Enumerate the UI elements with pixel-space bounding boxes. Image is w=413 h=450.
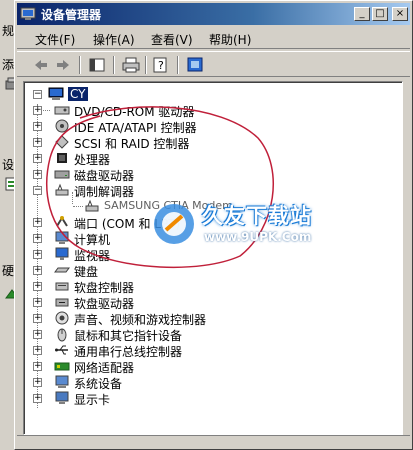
sound-icon: [55, 311, 69, 325]
status-bar: [17, 435, 410, 447]
print-icon[interactable]: [121, 56, 141, 74]
tree-item-network[interactable]: + 网络适配器: [24, 358, 394, 375]
floppy-controller-icon: [55, 282, 69, 291]
tree-item-system[interactable]: + 系统设备: [24, 374, 394, 391]
background-label: 硬: [2, 264, 15, 278]
menu-help[interactable]: 帮助(H): [209, 31, 251, 48]
watermark-title: 久友下载站: [202, 204, 312, 228]
tree-item-mouse[interactable]: + 鼠标和其它指针设备: [24, 326, 394, 343]
expand-button[interactable]: +: [33, 330, 42, 339]
network-adapter-icon: [54, 362, 70, 371]
minimize-button[interactable]: _: [354, 7, 370, 21]
expand-button[interactable]: +: [33, 394, 42, 403]
expand-button[interactable]: +: [33, 346, 42, 355]
expand-button[interactable]: +: [33, 298, 42, 307]
watermark-logo-icon: [154, 204, 194, 244]
menu-action[interactable]: 操作(A): [93, 31, 135, 48]
watermark-url: www.9UPK.Com: [204, 230, 312, 244]
toolbar-separator: [79, 56, 81, 74]
maximize-button[interactable]: □: [372, 7, 388, 21]
tree-item-sound[interactable]: + 声音、视频和游戏控制器: [24, 310, 394, 327]
show-hide-tree-icon[interactable]: [87, 56, 107, 74]
tree-item-floppy-controller[interactable]: + 软盘控制器: [24, 278, 394, 295]
toolbar-separator: [177, 56, 179, 74]
system-device-icon: [55, 375, 69, 388]
background-label: 设: [2, 158, 15, 172]
menu-bar: 文件(F) 操作(A) 查看(V) 帮助(H): [17, 27, 410, 49]
tree-item-display[interactable]: + 显示卡: [24, 390, 394, 407]
usb-icon: [55, 345, 68, 355]
toolbar-separator: [113, 56, 115, 74]
window-title: 设备管理器: [41, 8, 102, 22]
tree-item-label: 显示卡: [74, 393, 111, 407]
expand-button[interactable]: +: [33, 362, 42, 371]
expand-button[interactable]: +: [33, 282, 42, 291]
mouse-icon: [57, 328, 67, 342]
back-arrow-icon[interactable]: [31, 56, 51, 74]
toolbar-separator: [145, 56, 147, 74]
forward-arrow-icon[interactable]: [53, 56, 73, 74]
expand-button[interactable]: +: [33, 378, 42, 387]
properties-help-icon[interactable]: ?: [151, 56, 171, 74]
menu-view[interactable]: 查看(V): [151, 31, 193, 48]
tree-item-usb[interactable]: + 通用串行总线控制器: [24, 342, 394, 359]
background-label: 添: [2, 58, 15, 72]
tree-item-floppy-drive[interactable]: + 软盘驱动器: [24, 294, 394, 311]
title-bar[interactable]: 设备管理器 _ □ ×: [17, 3, 410, 25]
svg-text:?: ?: [158, 59, 164, 72]
scan-hardware-icon[interactable]: [185, 56, 205, 74]
background-label: 规: [2, 24, 15, 38]
menu-file[interactable]: 文件(F): [35, 31, 75, 48]
device-manager-app-icon: [20, 7, 36, 20]
watermark: 久友下载站 www.9UPK.Com: [150, 200, 350, 256]
display-adapter-icon: [55, 391, 69, 404]
floppy-drive-icon: [55, 298, 69, 307]
toolbar: ?: [17, 51, 410, 77]
close-button[interactable]: ×: [392, 7, 408, 21]
expand-button[interactable]: +: [33, 314, 42, 323]
